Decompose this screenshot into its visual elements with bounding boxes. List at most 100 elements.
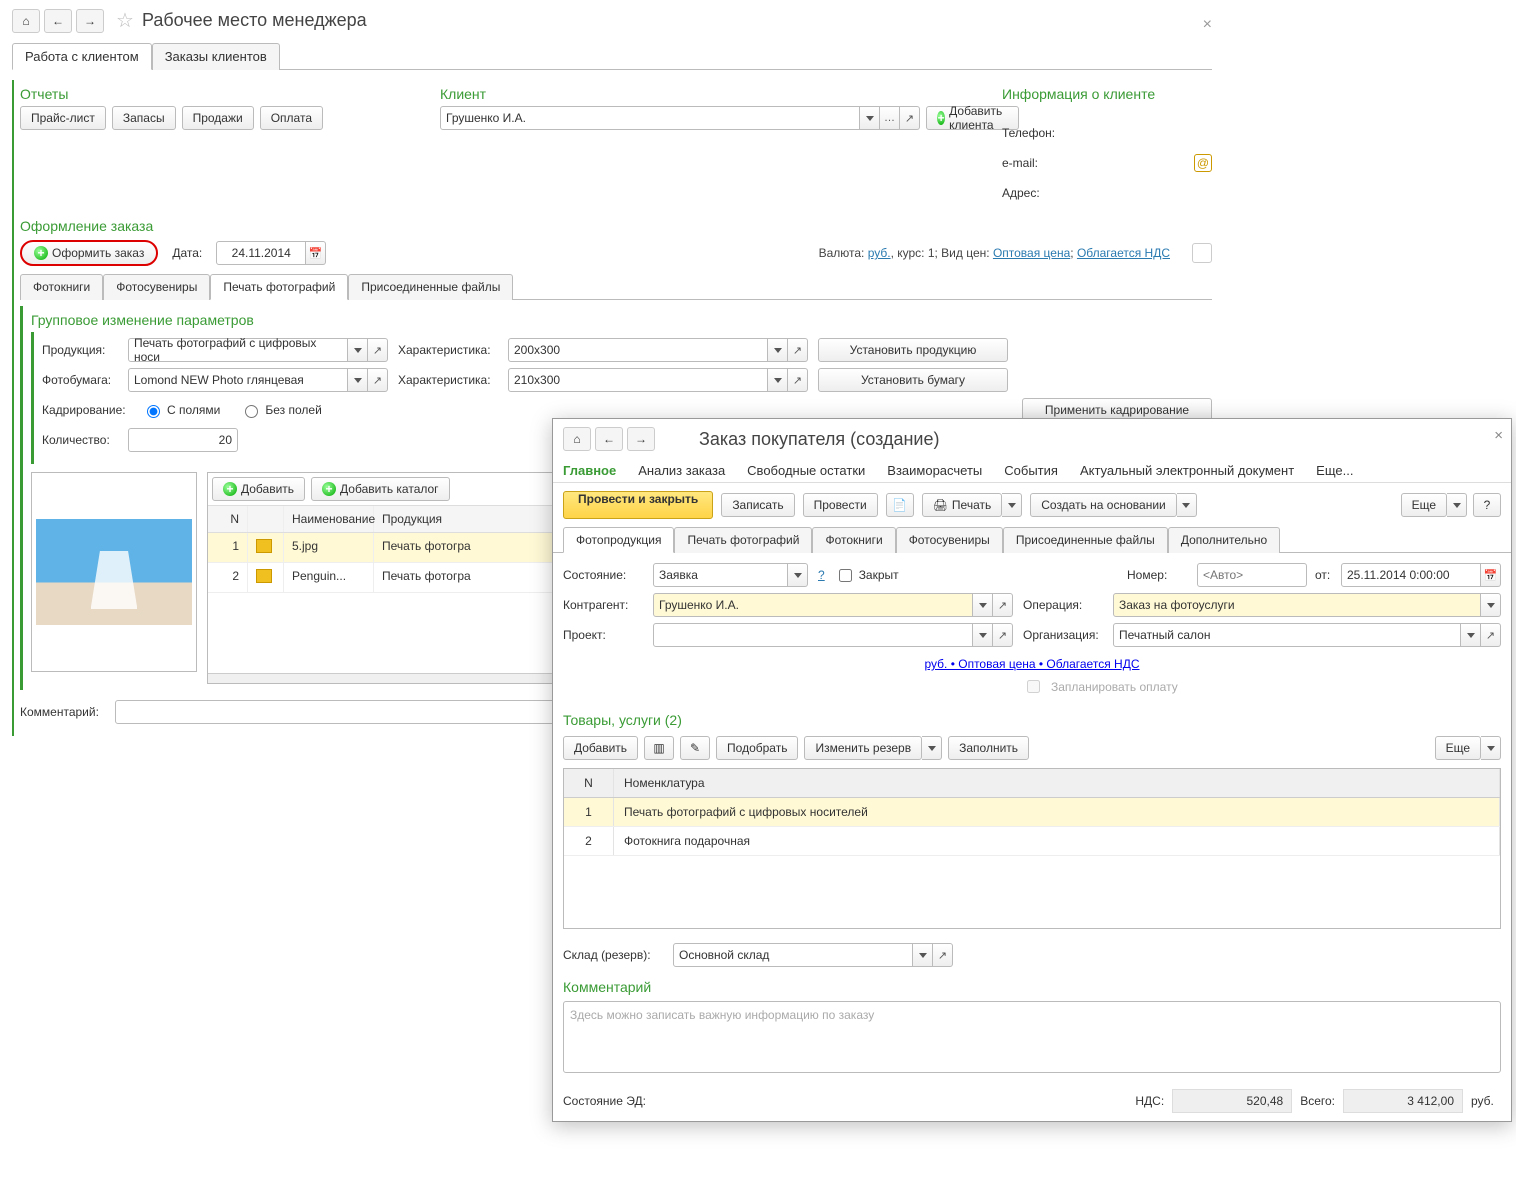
kontr-dropdown-icon[interactable] bbox=[973, 593, 993, 617]
add-catalog-button[interactable]: +Добавить каталог bbox=[311, 477, 450, 501]
info-icon[interactable] bbox=[1192, 243, 1212, 263]
date-field[interactable]: 24.11.2014 bbox=[216, 241, 306, 265]
subtab-files[interactable]: Присоединенные файлы bbox=[1003, 527, 1168, 553]
char1-field[interactable]: 200x300 bbox=[508, 338, 768, 362]
org-dropdown-icon[interactable] bbox=[1461, 623, 1481, 647]
save-button[interactable]: Записать bbox=[721, 493, 794, 517]
paper-open-icon[interactable]: ↗ bbox=[368, 368, 388, 392]
calendar-icon[interactable]: 📅 bbox=[306, 241, 326, 265]
edit-icon[interactable]: ✎ bbox=[680, 736, 710, 760]
subtab-souvenirs[interactable]: Фотосувениры bbox=[896, 527, 1003, 553]
fill-button[interactable]: Заполнить bbox=[948, 736, 1029, 760]
vat-link[interactable]: Облагается НДС bbox=[1077, 246, 1170, 260]
char1-open-icon[interactable]: ↗ bbox=[788, 338, 808, 362]
char2-field[interactable]: 210x300 bbox=[508, 368, 768, 392]
proj-field[interactable] bbox=[653, 623, 973, 647]
navtab-main[interactable]: Главное bbox=[563, 463, 616, 478]
pick-button[interactable]: Подобрать bbox=[716, 736, 798, 760]
char2-open-icon[interactable]: ↗ bbox=[788, 368, 808, 392]
navtab-free-stock[interactable]: Свободные остатки bbox=[747, 463, 865, 478]
from-calendar-icon[interactable]: 📅 bbox=[1481, 563, 1501, 587]
oper-field[interactable]: Заказ на фотоуслуги bbox=[1113, 593, 1481, 617]
close-icon[interactable]: × bbox=[1203, 16, 1212, 34]
paper-field[interactable]: Lomond NEW Photo глянцевая bbox=[128, 368, 348, 392]
add-file-button[interactable]: +Добавить bbox=[212, 477, 305, 501]
warehouse-field[interactable]: Основной склад bbox=[673, 943, 913, 967]
proj-dropdown-icon[interactable] bbox=[973, 623, 993, 647]
navtab-edoc[interactable]: Актуальный электронный документ bbox=[1080, 463, 1294, 478]
comment-textarea[interactable]: Здесь можно записать важную информацию п… bbox=[563, 1001, 1501, 1073]
goods-row[interactable]: 1 Печать фотографий с цифровых носителей bbox=[564, 798, 1500, 827]
qty-field[interactable]: 20 bbox=[128, 428, 238, 452]
print-dropdown-icon[interactable] bbox=[1002, 493, 1022, 517]
subtab-print[interactable]: Печать фотографий bbox=[674, 527, 812, 553]
char2-dropdown-icon[interactable] bbox=[768, 368, 788, 392]
tab-photobooks[interactable]: Фотокниги bbox=[20, 274, 103, 300]
client-field[interactable]: Грушенко И.А. bbox=[440, 106, 860, 130]
email-icon[interactable]: @ bbox=[1194, 154, 1212, 172]
navtab-settlements[interactable]: Взаиморасчеты bbox=[887, 463, 982, 478]
kontr-field[interactable]: Грушенко И.А. bbox=[653, 593, 973, 617]
tab-souvenirs[interactable]: Фотосувениры bbox=[103, 274, 210, 300]
org-field[interactable]: Печатный салон bbox=[1113, 623, 1461, 647]
client-dots-icon[interactable]: … bbox=[880, 106, 900, 130]
nav-back-icon[interactable]: ← bbox=[44, 9, 72, 33]
tab-attached-files[interactable]: Присоединенные файлы bbox=[348, 274, 513, 300]
state-field[interactable]: Заявка bbox=[653, 563, 788, 587]
product-field[interactable]: Печать фотографий с цифровых носи bbox=[128, 338, 348, 362]
goods-add-button[interactable]: Добавить bbox=[563, 736, 638, 760]
nav-fwd-icon[interactable]: → bbox=[76, 9, 104, 33]
wh-open-icon[interactable]: ↗ bbox=[933, 943, 953, 967]
closed-checkbox[interactable] bbox=[839, 569, 852, 582]
currency-link[interactable]: руб. bbox=[868, 246, 891, 260]
from-date-field[interactable]: 25.11.2014 0:00:00 bbox=[1341, 563, 1481, 587]
product-open-icon[interactable]: ↗ bbox=[368, 338, 388, 362]
post-and-close-button[interactable]: Провести и закрыть bbox=[563, 491, 713, 519]
more-button[interactable]: Еще bbox=[1401, 493, 1447, 517]
sales-button[interactable]: Продажи bbox=[182, 106, 254, 130]
more-dropdown-icon[interactable] bbox=[1447, 493, 1467, 517]
price-list-button[interactable]: Прайс-лист bbox=[20, 106, 106, 130]
paper-dropdown-icon[interactable] bbox=[348, 368, 368, 392]
reserve-button[interactable]: Изменить резерв bbox=[804, 736, 922, 760]
oper-dropdown-icon[interactable] bbox=[1481, 593, 1501, 617]
home-icon[interactable]: ⌂ bbox=[12, 9, 40, 33]
product-dropdown-icon[interactable] bbox=[348, 338, 368, 362]
tab-print-photos[interactable]: Печать фотографий bbox=[210, 274, 348, 300]
payment-button[interactable]: Оплата bbox=[260, 106, 323, 130]
price-info-link[interactable]: руб. • Оптовая цена • Облагается НДС bbox=[924, 657, 1139, 671]
dlg-fwd-icon[interactable]: → bbox=[627, 427, 655, 451]
tab-work-with-client[interactable]: Работа с клиентом bbox=[12, 43, 152, 70]
dlg-home-icon[interactable]: ⌂ bbox=[563, 427, 591, 451]
num-field[interactable] bbox=[1197, 563, 1307, 587]
help-button[interactable]: ? bbox=[1473, 493, 1501, 517]
set-product-button[interactable]: Установить продукцию bbox=[818, 338, 1008, 362]
crop-with-margins-radio[interactable]: С полями bbox=[142, 402, 220, 418]
kontr-open-icon[interactable]: ↗ bbox=[993, 593, 1013, 617]
price-type-link[interactable]: Оптовая цена bbox=[993, 246, 1070, 260]
navtab-analysis[interactable]: Анализ заказа bbox=[638, 463, 725, 478]
stocks-button[interactable]: Запасы bbox=[112, 106, 176, 130]
proj-open-icon[interactable]: ↗ bbox=[993, 623, 1013, 647]
tab-client-orders[interactable]: Заказы клиентов bbox=[152, 43, 280, 70]
barcode-icon[interactable]: ▥ bbox=[644, 736, 674, 760]
client-dropdown-icon[interactable] bbox=[860, 106, 880, 130]
reserve-dropdown-icon[interactable] bbox=[922, 736, 942, 760]
print-button[interactable]: 🖨 Печать bbox=[922, 493, 1003, 517]
navtab-more[interactable]: Еще... bbox=[1316, 463, 1353, 478]
state-dropdown-icon[interactable] bbox=[788, 563, 808, 587]
goods-row[interactable]: 2 Фотокнига подарочная bbox=[564, 827, 1500, 856]
goods-more-dropdown-icon[interactable] bbox=[1481, 736, 1501, 760]
create-dropdown-icon[interactable] bbox=[1177, 493, 1197, 517]
org-open-icon[interactable]: ↗ bbox=[1481, 623, 1501, 647]
post-button[interactable]: Провести bbox=[803, 493, 878, 517]
wh-dropdown-icon[interactable] bbox=[913, 943, 933, 967]
navtab-events[interactable]: События bbox=[1004, 463, 1058, 478]
star-icon[interactable]: ☆ bbox=[116, 8, 134, 33]
dt-icon[interactable]: 📄 bbox=[886, 493, 914, 517]
dlg-close-icon[interactable]: × bbox=[1494, 427, 1503, 444]
state-help-link[interactable]: ? bbox=[818, 568, 825, 582]
client-open-icon[interactable]: ↗ bbox=[900, 106, 920, 130]
subtab-books[interactable]: Фотокниги bbox=[812, 527, 895, 553]
crop-no-margins-radio[interactable]: Без полей bbox=[240, 402, 321, 418]
